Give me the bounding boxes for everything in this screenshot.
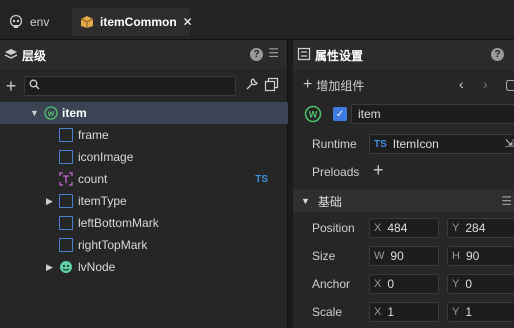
node-label: itemType bbox=[78, 194, 127, 208]
help-icon[interactable]: ? bbox=[491, 48, 504, 61]
skull-icon bbox=[8, 14, 24, 30]
tree-node-item[interactable]: ▼ w item bbox=[0, 102, 288, 124]
position-y-field[interactable]: Y 284 bbox=[447, 218, 514, 238]
node-name-input[interactable]: item bbox=[351, 104, 514, 124]
tab-itemcommon[interactable]: itemCommon ✕ bbox=[72, 8, 193, 36]
search-box[interactable] bbox=[24, 76, 236, 96]
scale-row: Scale X1 Y1 bbox=[293, 300, 514, 324]
runtime-field[interactable]: TS ItemIcon ⇲ bbox=[369, 134, 514, 154]
tab-label: itemCommon bbox=[100, 15, 177, 29]
runtime-row: Runtime TS ItemIcon ⇲ bbox=[293, 132, 514, 156]
prev-icon[interactable]: ‹ bbox=[459, 76, 464, 92]
prop-label: Anchor bbox=[312, 277, 351, 291]
tree-node-iconimage[interactable]: iconImage bbox=[0, 146, 288, 168]
layers-icon bbox=[4, 47, 18, 64]
ts-badge: TS bbox=[255, 173, 268, 185]
node-label: iconImage bbox=[78, 150, 134, 164]
svg-text:w: w bbox=[47, 109, 55, 118]
runtime-value: ItemIcon bbox=[392, 137, 439, 151]
widget-icon: W bbox=[304, 105, 322, 126]
anchor-row: Anchor X0 Y0 bbox=[293, 272, 514, 296]
panel-title: 属性设置 bbox=[315, 48, 364, 63]
next-icon[interactable]: › bbox=[483, 76, 488, 92]
size-row: Size W 90 H 90 bbox=[293, 244, 514, 268]
section-title: 基础 bbox=[317, 194, 342, 209]
open-script-icon[interactable]: ⇲ bbox=[505, 137, 514, 150]
expand-arrow-icon[interactable]: ▼ bbox=[30, 108, 39, 118]
lock-icon[interactable]: ▢ bbox=[505, 76, 514, 93]
node-label: leftBottomMark bbox=[78, 216, 159, 230]
add-component-button[interactable]: + bbox=[303, 77, 312, 93]
preloads-label: Preloads bbox=[312, 165, 360, 179]
node-label: rightTopMark bbox=[78, 238, 148, 252]
tab-env[interactable]: env bbox=[0, 8, 64, 36]
node-icon bbox=[59, 194, 73, 208]
active-checkbox[interactable]: ✓ bbox=[333, 107, 347, 121]
preloads-row: Preloads + bbox=[293, 160, 514, 184]
svg-text:W: W bbox=[309, 110, 318, 120]
hierarchy-panel: 层级 ? ☰ + ▼ w item frame iconImage count … bbox=[0, 40, 288, 328]
scale-x-field[interactable]: X1 bbox=[369, 302, 439, 322]
tree-node-frame[interactable]: frame bbox=[0, 124, 288, 146]
wrench-icon[interactable] bbox=[244, 77, 259, 95]
node-icon bbox=[59, 150, 73, 164]
hierarchy-header: 层级 ? ☰ bbox=[0, 40, 287, 70]
node-icon bbox=[59, 238, 73, 252]
editor-tab-bar: env itemCommon ✕ bbox=[0, 0, 514, 40]
menu-icon[interactable]: ☰ bbox=[268, 46, 279, 60]
tree-node-leftbottommark[interactable]: leftBottomMark bbox=[0, 212, 288, 234]
inspector-panel: 属性设置 ? + 增加组件 ‹ › ▢ W ✓ item Runtime TS … bbox=[293, 40, 514, 328]
collapse-icon[interactable] bbox=[264, 77, 279, 95]
position-x-field[interactable]: X 484 bbox=[369, 218, 439, 238]
prop-label: Scale bbox=[312, 305, 343, 319]
close-icon[interactable]: ✕ bbox=[183, 15, 193, 29]
tree-node-righttopmark[interactable]: rightTopMark bbox=[0, 234, 288, 256]
search-input[interactable] bbox=[44, 80, 224, 92]
help-icon[interactable]: ? bbox=[250, 48, 263, 61]
size-w-field[interactable]: W 90 bbox=[369, 246, 439, 266]
widget-icon: w bbox=[44, 106, 58, 120]
properties-icon bbox=[297, 47, 311, 64]
text-node-icon bbox=[59, 172, 73, 186]
node-label: item bbox=[62, 106, 87, 120]
add-preload-button[interactable]: + bbox=[373, 161, 384, 179]
expand-arrow-icon[interactable]: ▶ bbox=[46, 262, 53, 273]
tab-label: env bbox=[30, 15, 50, 29]
node-icon bbox=[59, 216, 73, 230]
menu-icon[interactable]: ☰ bbox=[501, 194, 512, 208]
collapse-arrow-icon[interactable]: ▼ bbox=[301, 196, 310, 206]
search-icon bbox=[29, 79, 40, 93]
anchor-y-field[interactable]: Y0 bbox=[447, 274, 514, 294]
position-row: Position X 484 Y 284 bbox=[293, 216, 514, 240]
tree-node-itemtype[interactable]: ▶ itemType bbox=[0, 190, 288, 212]
inspector-header: 属性设置 ? bbox=[293, 40, 514, 70]
node-label: count bbox=[78, 172, 108, 186]
node-icon bbox=[59, 128, 73, 142]
size-h-field[interactable]: H 90 bbox=[447, 246, 514, 266]
prop-label: Position bbox=[312, 221, 355, 235]
add-component-label[interactable]: 增加组件 bbox=[316, 77, 364, 94]
panel-title: 层级 bbox=[22, 48, 47, 63]
package-icon bbox=[80, 14, 94, 30]
scale-y-field[interactable]: Y1 bbox=[447, 302, 514, 322]
section-basic[interactable]: ▼ 基础 ☰ bbox=[293, 190, 514, 212]
prefab-icon bbox=[59, 260, 73, 274]
ts-badge: TS bbox=[374, 138, 387, 150]
prop-label: Size bbox=[312, 249, 336, 263]
node-label: frame bbox=[78, 128, 109, 142]
expand-arrow-icon[interactable]: ▶ bbox=[46, 196, 53, 207]
add-node-button[interactable]: + bbox=[0, 77, 22, 95]
add-component-bar: + 增加组件 ‹ › ▢ bbox=[293, 74, 514, 96]
anchor-x-field[interactable]: X0 bbox=[369, 274, 439, 294]
tree-node-count[interactable]: count TS bbox=[0, 168, 288, 190]
hierarchy-toolbar: + bbox=[0, 74, 287, 98]
node-name-row: W ✓ item bbox=[293, 102, 514, 126]
tree-node-lvnode[interactable]: ▶ lvNode bbox=[0, 256, 288, 278]
runtime-label: Runtime bbox=[312, 137, 357, 151]
node-label: lvNode bbox=[78, 260, 116, 274]
